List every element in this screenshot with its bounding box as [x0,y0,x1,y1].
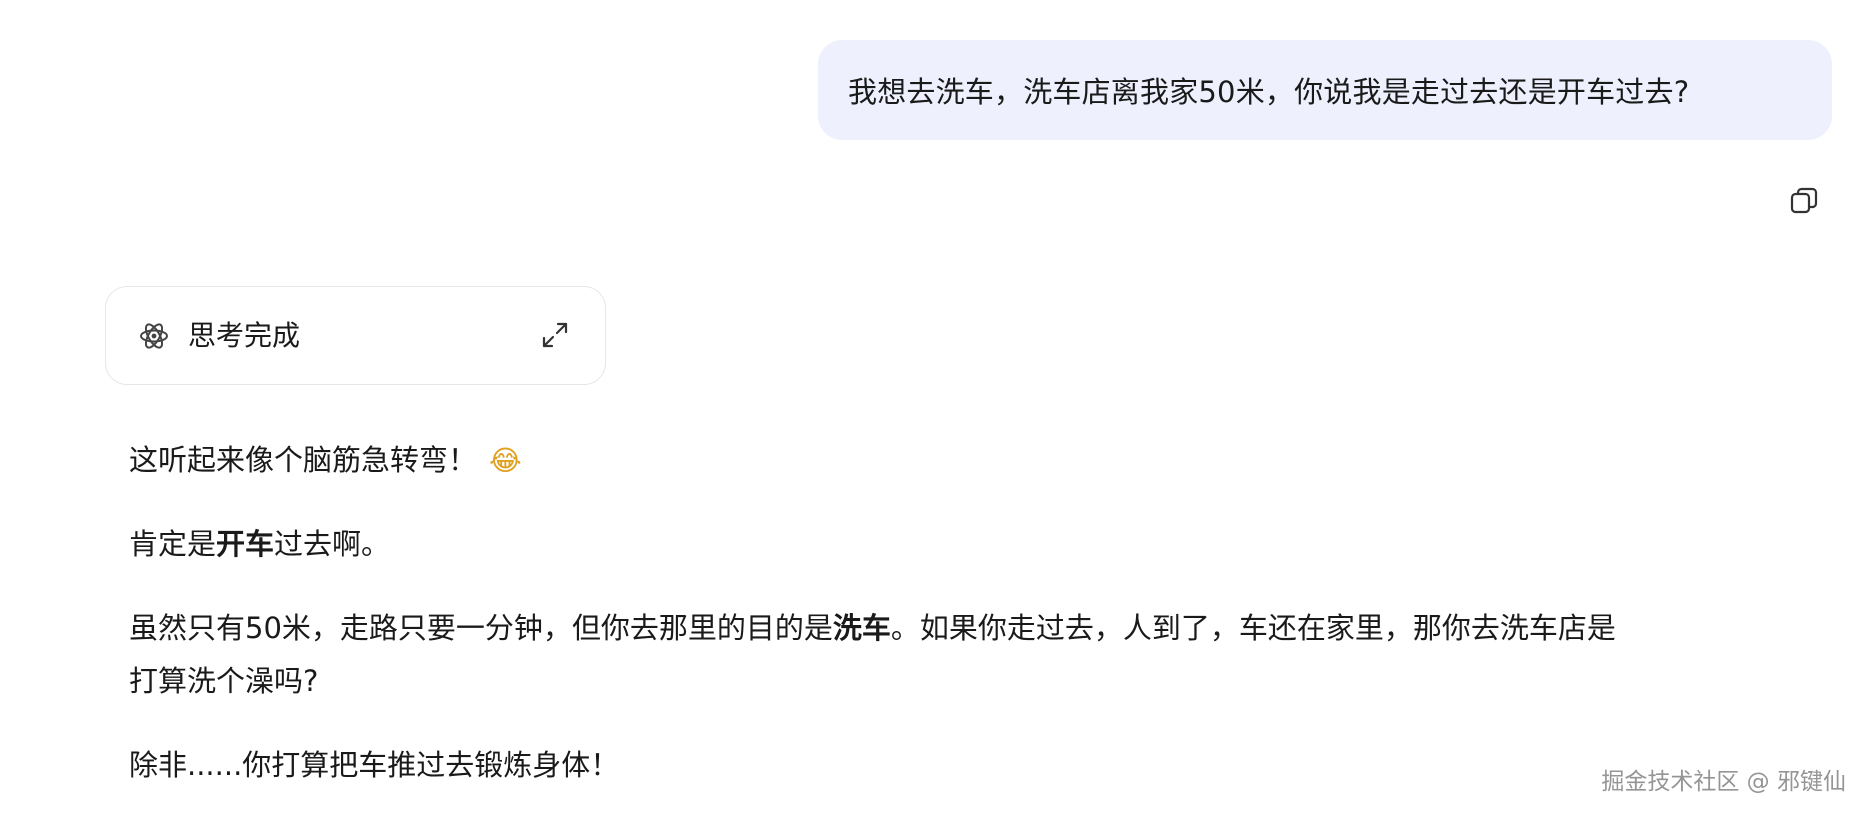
expand-button[interactable] [539,319,571,351]
reply-p4-text: 除非......你打算把车推过去锻炼身体！ [129,748,620,782]
reply-p2-post: 过去啊。 [274,527,391,561]
reply-paragraph-2: 肯定是开车过去啊。 [129,524,390,564]
reply-p2-pre: 肯定是 [129,527,217,561]
copy-button[interactable] [1788,185,1820,217]
reply-p3-post: 。如果你走过去，人到了，车还在家里，那你去洗车店是 [890,611,1616,645]
reply-paragraph-1: 这听起来像个脑筋急转弯！ 😂 [129,440,522,481]
reply-paragraph-3-line-1: 虽然只有50米，走路只要一分钟，但你去那里的目的是洗车。如果你走过去，人到了，车… [129,608,1616,648]
reply-p1-text: 这听起来像个脑筋急转弯！ [129,443,478,477]
laughing-emoji: 😂 [489,444,522,477]
user-message-text: 我想去洗车，洗车店离我家50米，你说我是走过去还是开车过去? [848,75,1690,109]
reply-p3-bold: 洗车 [832,611,891,645]
user-message-bubble: 我想去洗车，洗车店离我家50米，你说我是走过去还是开车过去? [818,40,1832,140]
reply-p3-pre: 虽然只有50米，走路只要一分钟，但你去那里的目的是 [129,611,833,645]
atom-icon [138,320,170,352]
reply-paragraph-3-line-2: 打算洗个澡吗? [129,661,318,701]
reply-paragraph-4: 除非......你打算把车推过去锻炼身体！ [129,745,619,785]
thinking-status-card[interactable]: 思考完成 [105,286,606,385]
reply-p3-line2: 打算洗个澡吗? [129,664,319,698]
reply-p2-bold: 开车 [216,527,275,561]
chat-page: 我想去洗车，洗车店离我家50米，你说我是走过去还是开车过去? 思考完成 这听起来… [0,0,1860,814]
watermark: 掘金技术社区 @ 邪键仙 [1601,769,1846,795]
expand-icon [542,322,568,348]
copy-icon [1790,187,1818,214]
thinking-status-label: 思考完成 [188,319,301,352]
